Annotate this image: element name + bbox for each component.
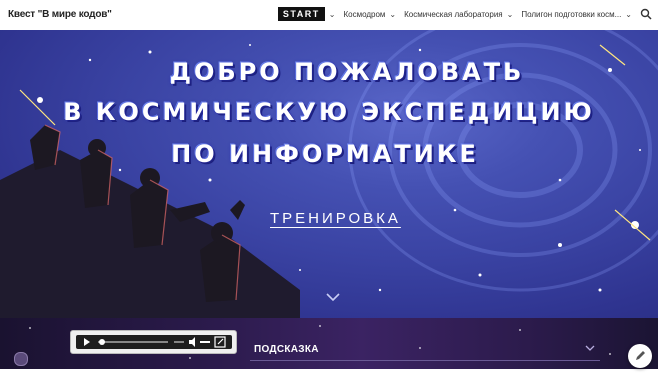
- chevron-down-icon[interactable]: ⌄: [389, 10, 396, 19]
- hint-section: ПОДСКАЗКА: [0, 318, 658, 369]
- chevron-down-icon[interactable]: ⌄: [625, 10, 632, 19]
- chevron-down-icon[interactable]: ⌄: [507, 10, 514, 19]
- audio-controls-graphics: [84, 336, 226, 348]
- chevron-down-icon[interactable]: ⌄: [329, 10, 336, 19]
- nav-item-space-lab[interactable]: Космическая лаборатория ⌄: [404, 10, 513, 19]
- nav-item-start[interactable]: START ⌄: [277, 7, 336, 21]
- search-icon[interactable]: [640, 8, 652, 20]
- nav-item-cosmodrome[interactable]: Космодром ⌄: [343, 10, 396, 19]
- info-icon[interactable]: [14, 352, 28, 366]
- top-navigation-bar: Квест "В мире кодов" START ⌄ Космодром ⌄…: [0, 0, 658, 30]
- nav-label[interactable]: Космодром: [343, 10, 385, 19]
- audio-player[interactable]: [70, 330, 237, 354]
- play-icon: [84, 338, 90, 346]
- hint-divider: [250, 360, 600, 361]
- chevron-down-icon[interactable]: [585, 344, 595, 352]
- nav-start-label[interactable]: START: [277, 7, 325, 21]
- scroll-down-chevron-icon[interactable]: [325, 292, 341, 302]
- edit-button[interactable]: [628, 344, 652, 368]
- nav-label[interactable]: Космическая лаборатория: [404, 10, 503, 19]
- hint-title[interactable]: ПОДСКАЗКА: [254, 344, 319, 355]
- nav-label[interactable]: Полигон подготовки косм...: [521, 10, 621, 19]
- nav-item-training-ground[interactable]: Полигон подготовки косм... ⌄: [521, 10, 632, 19]
- volume-icon: [189, 337, 195, 347]
- hero-title-line-3: ПО ИНФОРМАТИКЕ: [171, 140, 479, 168]
- site-title[interactable]: Квест "В мире кодов": [8, 9, 112, 20]
- hero-title-line-2: В КОСМИЧЕСКУЮ ЭКСПЕДИЦИЮ: [63, 98, 595, 126]
- pencil-icon: [636, 351, 645, 360]
- hero-title-line-1: ДОБРО ПОЖАЛОВАТЬ: [169, 58, 525, 86]
- audio-controls: [76, 335, 232, 349]
- training-link[interactable]: ТРЕНИРОВКА: [270, 210, 400, 227]
- hero-banner: ДОБРО ПОЖАЛОВАТЬ В КОСМИЧЕСКУЮ ЭКСПЕДИЦИ…: [0, 30, 658, 318]
- main-nav: START ⌄ Космодром ⌄ Космическая лаборато…: [270, 7, 652, 21]
